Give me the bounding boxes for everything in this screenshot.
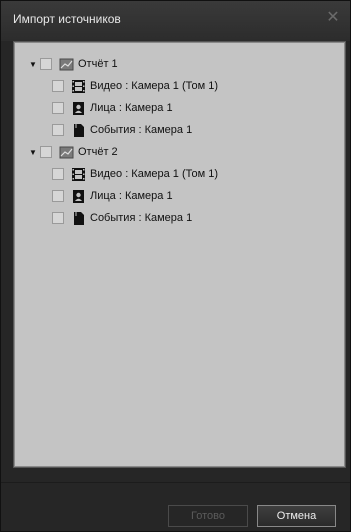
checkbox[interactable] [52, 212, 64, 224]
tree-node-label: Лица : Камера 1 [90, 102, 173, 114]
tree-node-label: События : Камера 1 [90, 124, 193, 136]
face-card-icon [73, 189, 84, 203]
film-icon [72, 79, 85, 93]
checkbox[interactable] [52, 168, 64, 180]
sources-tree: ▼ Отчёт 1 Видео : Камера 1 (Том 1) Лица … [13, 41, 346, 468]
events-document-icon [74, 211, 84, 225]
checkbox[interactable] [52, 124, 64, 136]
checkbox[interactable] [52, 80, 64, 92]
tree-node-label: Отчёт 2 [78, 146, 118, 158]
checkbox[interactable] [40, 58, 52, 70]
tree-node-events-1[interactable]: События : Камера 1 [52, 120, 192, 140]
tree-node-faces-2[interactable]: Лица : Камера 1 [52, 186, 173, 206]
film-icon [72, 167, 85, 181]
checkbox[interactable] [52, 102, 64, 114]
title-bar[interactable]: Импорт источников ✕ [1, 1, 350, 41]
checkbox[interactable] [40, 146, 52, 158]
tree-node-label: Отчёт 1 [78, 58, 118, 70]
tree-node-faces-1[interactable]: Лица : Камера 1 [52, 98, 173, 118]
dialog-title: Импорт источников [13, 12, 121, 26]
expand-arrow-icon[interactable]: ▼ [28, 59, 38, 69]
close-icon[interactable]: ✕ [324, 9, 342, 27]
tree-node-label: Лица : Камера 1 [90, 190, 173, 202]
events-document-icon [74, 123, 84, 137]
checkbox[interactable] [52, 190, 64, 202]
face-card-icon [73, 101, 84, 115]
expand-arrow-icon[interactable]: ▼ [28, 147, 38, 157]
done-button[interactable]: Готово [168, 505, 248, 527]
tree-node-report-1[interactable]: ▼ Отчёт 1 [28, 54, 118, 74]
tree-node-video-1[interactable]: Видео : Камера 1 (Том 1) [52, 76, 218, 96]
tree-node-label: События : Камера 1 [90, 212, 193, 224]
import-sources-dialog: Импорт источников ✕ ▼ Отчёт 1 Видео: Ка… [0, 0, 351, 532]
tree-node-events-2[interactable]: События : Камера 1 [52, 208, 192, 228]
tree-node-report-2[interactable]: ▼ Отчёт 2 [28, 142, 118, 162]
cancel-button[interactable]: Отмена [257, 505, 336, 527]
footer-divider [1, 482, 350, 483]
report-icon [59, 58, 74, 70]
tree-node-video-2[interactable]: Видео : Камера 1 (Том 1) [52, 164, 218, 184]
report-icon [59, 146, 74, 158]
tree-node-label: Видео : Камера 1 (Том 1) [90, 80, 219, 92]
tree-node-label: Видео : Камера 1 (Том 1) [90, 168, 219, 180]
